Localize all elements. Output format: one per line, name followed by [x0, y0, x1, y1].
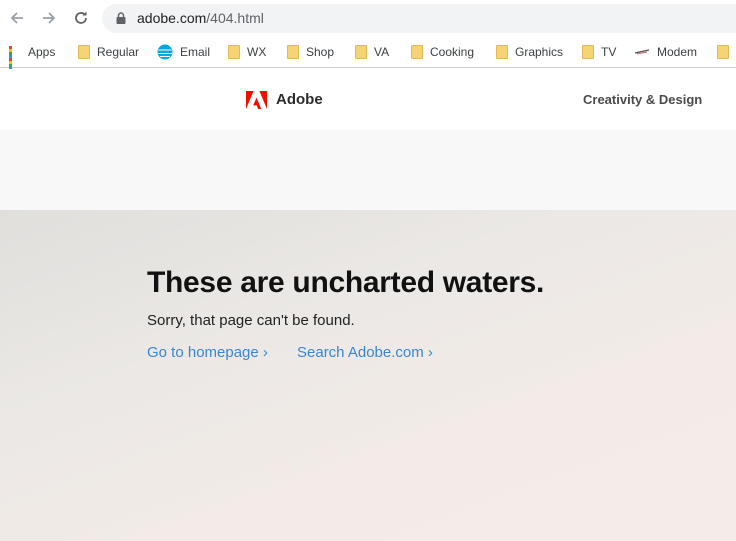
modem-icon	[634, 49, 650, 55]
bookmark-regular[interactable]: Regular	[78, 42, 139, 62]
folder-icon	[411, 45, 423, 59]
bookmark-va[interactable]: VA	[355, 42, 389, 62]
bookmark-label: Apps	[28, 45, 56, 59]
bookmark-label: Graphics	[515, 45, 564, 59]
adobe-logo-icon[interactable]	[246, 91, 267, 109]
search-adobe-link[interactable]: Search Adobe.com ›	[297, 344, 433, 361]
bookmark-label: Cooking	[430, 45, 475, 59]
error-hero: These are uncharted waters. Sorry, that …	[0, 210, 736, 541]
lock-icon	[116, 12, 126, 24]
bookmark-shop[interactable]: Shop	[287, 42, 334, 62]
att-globe-icon	[157, 44, 173, 60]
url-path: /404.html	[206, 10, 264, 26]
address-bar[interactable]: adobe.com/404.html	[102, 4, 736, 33]
back-arrow-icon	[10, 12, 23, 24]
bookmark-email[interactable]: Email	[157, 42, 210, 62]
folder-icon	[228, 45, 240, 59]
bookmark-overflow[interactable]	[717, 42, 736, 62]
folder-icon	[287, 45, 299, 59]
bookmark-modem[interactable]: Modem	[634, 42, 697, 62]
brand-name[interactable]: Adobe	[276, 91, 323, 108]
bookmark-graphics[interactable]: Graphics	[496, 42, 563, 62]
error-message: Sorry, that page can't be found.	[147, 312, 355, 329]
apps-grid-icon	[9, 46, 21, 73]
bookmark-apps[interactable]: Apps	[9, 42, 56, 73]
reload-icon	[75, 11, 87, 24]
reload-button[interactable]	[69, 6, 93, 30]
bookmarks-bar: Apps Regular Email WX Shop VA Cooking Gr…	[0, 36, 736, 73]
subnav-band	[0, 130, 736, 210]
folder-icon	[355, 45, 367, 59]
bookmark-label: Shop	[306, 45, 335, 59]
bookmark-label: VA	[374, 45, 390, 59]
forward-button[interactable]	[37, 6, 61, 30]
url-text[interactable]: adobe.com/404.html	[137, 10, 264, 26]
bookmark-tv[interactable]: TV	[582, 42, 616, 62]
bookmark-label: TV	[601, 45, 617, 59]
nav-creativity-design[interactable]: Creativity & Design	[583, 92, 702, 107]
bookmark-wx[interactable]: WX	[228, 42, 266, 62]
bookmark-cooking[interactable]: Cooking	[411, 42, 474, 62]
forward-arrow-icon	[43, 12, 56, 24]
bookmark-label: Modem	[657, 45, 698, 59]
folder-icon	[496, 45, 508, 59]
folder-icon	[717, 45, 729, 59]
browser-toolbar: adobe.com/404.html	[0, 0, 736, 36]
folder-icon	[78, 45, 90, 59]
site-header: Adobe Creativity & Design	[0, 69, 736, 130]
bookmark-label: Regular	[97, 45, 140, 59]
url-host: adobe.com	[137, 10, 207, 26]
back-button[interactable]	[5, 6, 29, 30]
bookmark-label: Email	[180, 45, 211, 59]
folder-icon	[582, 45, 594, 59]
go-to-homepage-link[interactable]: Go to homepage ›	[147, 344, 268, 361]
bookmark-label: WX	[247, 45, 267, 59]
error-headline: These are uncharted waters.	[147, 266, 545, 299]
